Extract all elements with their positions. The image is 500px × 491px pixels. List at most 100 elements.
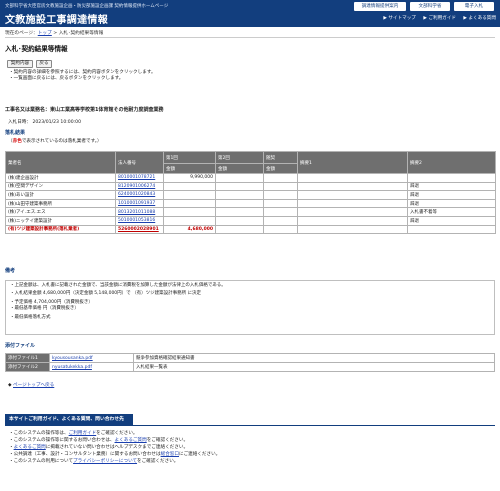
page-top-label[interactable]: ページトップへ戻る [13, 383, 54, 388]
footer-text: にご連絡ください。 [179, 452, 221, 458]
reason-amount [263, 173, 298, 183]
note1 [297, 181, 408, 192]
bidder-name: (株)建企画設計 [5, 173, 116, 183]
bid-date-label: 入札日時： [8, 120, 31, 125]
round1-amount [163, 207, 216, 217]
guide-link[interactable]: ▶ ご利用ガイド [423, 16, 456, 21]
breadcrumb-prefix: 現在のページ： [5, 31, 38, 36]
attachment-label: 添付ファイル1 [5, 353, 50, 363]
footer-link[interactable]: プライバシーポリシーについて [73, 459, 137, 464]
round2-amount [215, 181, 264, 192]
site-title[interactable]: 文教施設工事調達情報 [5, 11, 108, 26]
tender-info-button[interactable]: 調達情報提供案内 [354, 2, 406, 11]
header-reason: 随契 [263, 151, 298, 164]
table-row: (株)空間デザイン 8120901006274 辞退 [5, 181, 496, 192]
corp-no-link[interactable]: 8010001078721 [118, 175, 155, 180]
footer-link[interactable]: よくあるご質問 [14, 445, 46, 450]
page-title: 入札･契約結果等情報 [5, 45, 68, 53]
round2-amount [215, 190, 264, 200]
attachment-link[interactable]: nyusatukekka.pdf [52, 365, 92, 370]
legend-note: （赤色で表示されているのは落札業者です。） [8, 138, 102, 144]
round1-amount: 9,990,000 [163, 173, 216, 183]
header-round1: 第1回 [163, 151, 216, 164]
note2 [407, 224, 496, 235]
round2-amount [215, 215, 264, 226]
note2: 辞退 [407, 215, 496, 226]
arrow-up-icon: ◆ [8, 383, 12, 388]
remark-line: ・入札結果金額 4,680,000円（決定金額 5,148,000円）で （有）… [10, 291, 202, 296]
corp-no-link[interactable]: 8013201011088 [118, 210, 155, 215]
footer-text: ・このシステムの利用について [9, 459, 74, 465]
bidder-name: (株)アイ.エス.エス [5, 207, 116, 217]
round1-amount [163, 190, 216, 200]
attachment-row: 添付ファイル2 nyusatukekka.pdf 入札結果一覧表 [5, 362, 495, 372]
instructions: ・契約内容の詳細を参照するには、契約内容ボタンをクリックします。 ・一覧画面に戻… [9, 70, 156, 83]
corp-no-link[interactable]: 5010001053816 [118, 218, 155, 223]
footer-text: をご確認ください。 [137, 459, 179, 465]
remarks-box: ・上記金額は、入札書に記載された金額で、当該金額に消費税を加算した金額が法律上の… [5, 280, 495, 335]
footer-link[interactable]: よくあるご質問 [115, 438, 147, 443]
remark-line: ・最低基準価格 円（消費税抜き） [10, 306, 79, 311]
breadcrumb-top-link[interactable]: トップ [38, 31, 52, 36]
bid-date-value: 2023/01/23 10:00:00 [32, 120, 82, 125]
attachment-desc: 競争参加資格確認結果通知書 [133, 353, 495, 363]
project-label: 工事名又は業務名： [5, 107, 51, 113]
note1 [297, 224, 408, 235]
mext-button[interactable]: 文部科学省 [410, 2, 450, 11]
header-corp-no: 法人番号 [115, 151, 164, 174]
footer-text: ・公共調達（工事、設計・コンサルタント業務）に関するお問い合わせは [9, 452, 161, 458]
round1-amount: 4,680,000 [163, 224, 216, 235]
contract-info-button[interactable]: 契約内容 [7, 60, 33, 68]
table-row: (株)あい設計 6240001020843 辞退 [5, 190, 496, 200]
instruction-line: ・一覧画面に戻るには、戻るボタンをクリックします。 [9, 76, 124, 82]
reason-amount [263, 190, 298, 200]
electronic-bid-button[interactable]: 電子入札 [454, 2, 494, 11]
round2-amount [215, 198, 264, 209]
result-section-title: 落札結果 [5, 130, 26, 136]
footer-line: ・このシステムの操作等は、ご利用ガイドをご確認ください。 [9, 430, 220, 437]
table-row-winner: (有)ツジ建築設計事務所(落札業者) 5260002028901 4,680,000 [5, 224, 496, 235]
corp-no-link[interactable]: 1010001091937 [118, 201, 155, 206]
round2-amount [215, 224, 264, 235]
sitemap-link[interactable]: ▶ サイトマップ [383, 16, 416, 21]
header-links: ▶ サイトマップ ▶ ご利用ガイド ▶ よくある質問 [377, 15, 496, 21]
attachment-row: 添付ファイル1 kyousousanka.pdf 競争参加資格確認結果通知書 [5, 353, 495, 363]
bidder-name: (株)ニッテイ建築設計 [5, 215, 116, 226]
corp-no-link[interactable]: 5260002028901 [118, 227, 159, 232]
note2: 入札書不着等 [407, 207, 496, 217]
footer-link[interactable]: 総合窓口 [161, 452, 179, 457]
faq-link[interactable]: ▶ よくある質問 [463, 16, 496, 21]
reason-amount [263, 198, 298, 209]
bidder-name: (株)空間デザイン [5, 181, 116, 192]
table-row: (株)建企画設計 8010001078721 9,990,000 [5, 173, 496, 183]
table-row: (株)アイ.エス.エス 8013201011088 入札書不着等 [5, 207, 496, 217]
header-amount: 金額 [163, 163, 216, 174]
header-amount: 金額 [215, 163, 264, 174]
breadcrumb-separator: > [51, 31, 59, 36]
footer-text: ・このシステムの操作等は、 [9, 431, 69, 436]
result-table: 業者名 法人番号 第1回 第2回 随契 摘要1 摘要2 金額 金額 金額 (株)… [5, 151, 496, 235]
corp-no-link[interactable]: 6240001020843 [118, 192, 155, 197]
header-amount: 金額 [263, 163, 298, 174]
footer-line: ・公共調達（工事、設計・コンサルタント業務）に関するお問い合わせは総合窓口にご連… [9, 451, 220, 458]
back-button[interactable]: 戻る [36, 60, 52, 68]
corp-no-link[interactable]: 8120901006274 [118, 184, 155, 189]
remark-line: ・最低価格落札方式 [10, 315, 51, 320]
header-round2: 第2回 [215, 151, 264, 164]
note1 [297, 207, 408, 217]
footer-link[interactable]: ご利用ガイド [69, 431, 97, 436]
header-note1: 摘要1 [297, 151, 408, 174]
remark-line: ・上記金額は、入札書に記載された金額で、当該金額に消費税を加算した金額が法律上の… [10, 283, 226, 288]
divider [5, 37, 495, 38]
attachment-label: 添付ファイル2 [5, 362, 50, 372]
footer-line: ・このシステムの利用についてプライバシーポリシーについてをご確認ください。 [9, 458, 220, 465]
table-row: (株)山田守建築事務所 1010001091937 辞退 [5, 198, 496, 209]
attachment-link[interactable]: kyousousanka.pdf [52, 356, 93, 361]
reason-amount [263, 215, 298, 226]
site-header: 文部科学省大臣官房文教施設企画・防災部施設企画課 契約情報提供ホームページ 文教… [0, 0, 500, 27]
note1 [297, 215, 408, 226]
legend-red: 赤色 [12, 139, 22, 144]
footer-heading: 本サイトご利用ガイド、よくある質問、問い合わせ先 [5, 414, 133, 425]
round2-amount [215, 207, 264, 217]
page-top-link[interactable]: ◆ ページトップへ戻る [8, 382, 54, 388]
